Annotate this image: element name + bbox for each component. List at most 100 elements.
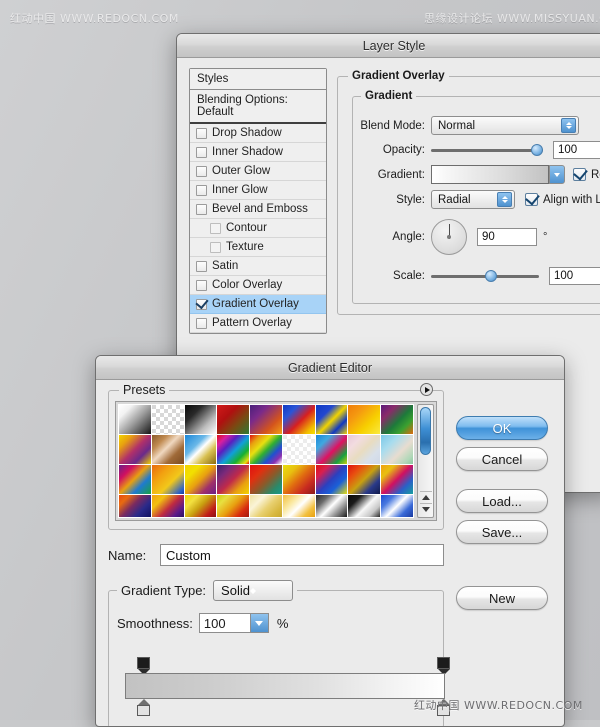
style-item-outer-glow[interactable]: Outer Glow [190, 162, 326, 181]
gradient-preset-swatch[interactable] [217, 465, 249, 494]
color-stop[interactable] [437, 699, 450, 716]
load-button[interactable]: Load... [456, 489, 548, 513]
save-button[interactable]: Save... [456, 520, 548, 544]
smoothness-input[interactable]: 100 [199, 613, 251, 633]
slider-knob[interactable] [531, 144, 543, 156]
checkmark-icon[interactable] [525, 193, 538, 206]
style-item-bevel-and-emboss[interactable]: Bevel and Emboss [190, 200, 326, 219]
gradient-preset-swatch[interactable] [119, 435, 151, 464]
gradient-preset-swatch[interactable] [119, 405, 151, 434]
style-item-pattern-overlay[interactable]: Pattern Overlay [190, 314, 326, 333]
checkbox-icon[interactable] [196, 128, 207, 139]
name-input[interactable]: Custom [160, 544, 444, 566]
chevron-updown-icon[interactable] [250, 588, 256, 594]
style-item-gradient-overlay[interactable]: Gradient Overlay [190, 295, 326, 314]
gradient-preset-swatch[interactable] [381, 495, 413, 517]
checkmark-icon[interactable] [196, 299, 207, 310]
gradient-preset-swatch[interactable] [348, 465, 380, 494]
gradient-preset-swatch[interactable] [250, 405, 282, 434]
layer-style-titlebar[interactable]: Layer Style [177, 34, 600, 58]
chevron-updown-icon[interactable] [561, 118, 576, 133]
style-item-inner-shadow[interactable]: Inner Shadow [190, 143, 326, 162]
gradient-preset-swatch[interactable] [119, 465, 151, 494]
checkbox-icon[interactable] [196, 204, 207, 215]
checkmark-icon[interactable] [573, 168, 586, 181]
blend-mode-select[interactable]: Normal [431, 116, 579, 135]
gradient-preset-swatch[interactable] [316, 405, 348, 434]
checkbox-icon[interactable] [196, 280, 207, 291]
triangle-right-icon[interactable] [420, 383, 433, 396]
checkbox-icon[interactable] [210, 223, 221, 234]
slider-knob[interactable] [485, 270, 497, 282]
gradient-preset-swatch[interactable] [185, 495, 217, 517]
gradient-preset-swatch[interactable] [381, 465, 413, 494]
opacity-slider[interactable] [431, 142, 543, 158]
opacity-input[interactable]: 100 [553, 141, 600, 159]
gradient-preset-swatch[interactable] [250, 495, 282, 517]
style-select[interactable]: Radial [431, 190, 515, 209]
gradient-strip[interactable] [125, 673, 445, 699]
checkbox-icon[interactable] [196, 166, 207, 177]
blending-options-row[interactable]: Blending Options: Default [190, 90, 326, 124]
checkbox-icon[interactable] [210, 242, 221, 253]
style-item-satin[interactable]: Satin [190, 257, 326, 276]
style-item-inner-glow[interactable]: Inner Glow [190, 181, 326, 200]
chevron-down-icon[interactable] [251, 613, 269, 633]
checkbox-icon[interactable] [196, 261, 207, 272]
gradient-preset-swatch[interactable] [316, 465, 348, 494]
gradient-preset-swatch[interactable] [217, 495, 249, 517]
scrollbar-thumb[interactable] [420, 407, 431, 455]
opacity-stop[interactable] [437, 657, 450, 674]
scale-slider[interactable] [431, 268, 539, 284]
gradient-preset-swatch[interactable] [283, 495, 315, 517]
styles-header[interactable]: Styles [190, 69, 326, 90]
angle-input[interactable]: 90 [477, 228, 537, 246]
gradient-preset-swatch[interactable] [381, 435, 413, 464]
gradient-preset-swatch[interactable] [283, 465, 315, 494]
opacity-stop[interactable] [137, 657, 150, 674]
scale-input[interactable]: 100 [549, 267, 600, 285]
checkbox-icon[interactable] [196, 147, 207, 158]
gradient-preset-swatch[interactable] [152, 465, 184, 494]
new-button[interactable]: New [456, 586, 548, 610]
gradient-preset-swatch[interactable] [348, 405, 380, 434]
gradient-preset-swatch[interactable] [316, 435, 348, 464]
gradient-preset-swatch[interactable] [316, 495, 348, 517]
style-item-texture[interactable]: Texture [190, 238, 326, 257]
gradient-preset-swatch[interactable] [185, 465, 217, 494]
chevron-updown-icon[interactable] [497, 192, 512, 207]
gradient-preset-swatch[interactable] [152, 405, 184, 434]
style-item-color-overlay[interactable]: Color Overlay [190, 276, 326, 295]
gradient-editor-titlebar[interactable]: Gradient Editor [96, 356, 564, 380]
angle-dial[interactable] [431, 219, 467, 255]
gradient-preset-swatch[interactable] [185, 405, 217, 434]
style-item-contour[interactable]: Contour [190, 219, 326, 238]
chevron-down-icon[interactable] [549, 165, 565, 184]
gradient-preset-swatch[interactable] [250, 435, 282, 464]
triangle-down-icon[interactable] [420, 503, 432, 515]
gradient-type-select[interactable]: Solid [213, 580, 293, 601]
checkbox-icon[interactable] [196, 185, 207, 196]
gradient-preset-swatch[interactable] [152, 495, 184, 517]
align-checkbox-row[interactable]: Align with Layer [525, 193, 600, 206]
presets-scrollbar[interactable] [417, 404, 434, 518]
gradient-preset-swatch[interactable] [283, 435, 315, 464]
color-stop[interactable] [137, 699, 150, 716]
triangle-up-icon[interactable] [420, 491, 432, 503]
gradient-preset-swatch[interactable] [152, 435, 184, 464]
gradient-preset-swatch[interactable] [119, 495, 151, 517]
style-item-drop-shadow[interactable]: Drop Shadow [190, 124, 326, 143]
gradient-preset-swatch[interactable] [381, 405, 413, 434]
ok-button[interactable]: OK [456, 416, 548, 440]
gradient-preview[interactable] [431, 165, 549, 184]
gradient-preset-swatch[interactable] [348, 495, 380, 517]
gradient-preset-swatch[interactable] [185, 435, 217, 464]
gradient-preset-swatch[interactable] [250, 465, 282, 494]
gradient-preset-swatch[interactable] [283, 405, 315, 434]
reverse-checkbox-row[interactable]: Reverse [573, 168, 600, 181]
gradient-preset-swatch[interactable] [348, 435, 380, 464]
checkbox-icon[interactable] [196, 318, 207, 329]
gradient-preset-swatch[interactable] [217, 405, 249, 434]
gradient-preset-swatch[interactable] [217, 435, 249, 464]
cancel-button[interactable]: Cancel [456, 447, 548, 471]
